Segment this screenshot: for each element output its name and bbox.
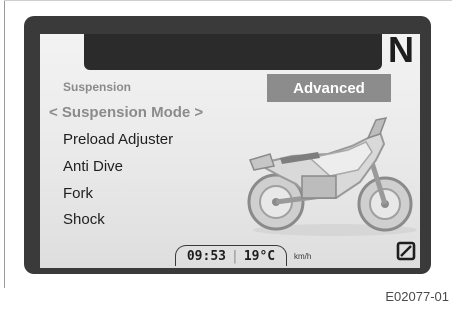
menu-item-anti-dive[interactable]: Anti Dive	[63, 158, 123, 175]
advanced-mode-button[interactable]: Advanced	[267, 74, 391, 102]
zero-speed-icon	[396, 241, 416, 261]
status-separator: |	[231, 248, 239, 264]
frame-top-line	[4, 0, 452, 1]
motorcycle-image	[247, 116, 417, 236]
menu-item-shock[interactable]: Shock	[63, 211, 105, 228]
top-status-band	[84, 34, 382, 70]
clock-time: 09:53	[186, 248, 226, 264]
dashboard-screen: N Suspension Advanced < Suspension Mode …	[40, 34, 420, 268]
status-time-temperature: 09:53 | 19°C	[175, 245, 287, 266]
figure-code: E02077-01	[385, 289, 449, 304]
ambient-temperature: 19°C	[243, 248, 276, 264]
frame-left-line	[4, 0, 5, 288]
gear-indicator: N	[388, 34, 414, 70]
menu-item-preload-adjuster[interactable]: Preload Adjuster	[63, 131, 173, 148]
menu-item-suspension-mode[interactable]: < Suspension Mode >	[49, 104, 203, 121]
speed-unit: km/h	[294, 252, 312, 261]
menu-item-fork[interactable]: Fork	[63, 185, 93, 202]
menu-title: Suspension	[63, 80, 132, 94]
